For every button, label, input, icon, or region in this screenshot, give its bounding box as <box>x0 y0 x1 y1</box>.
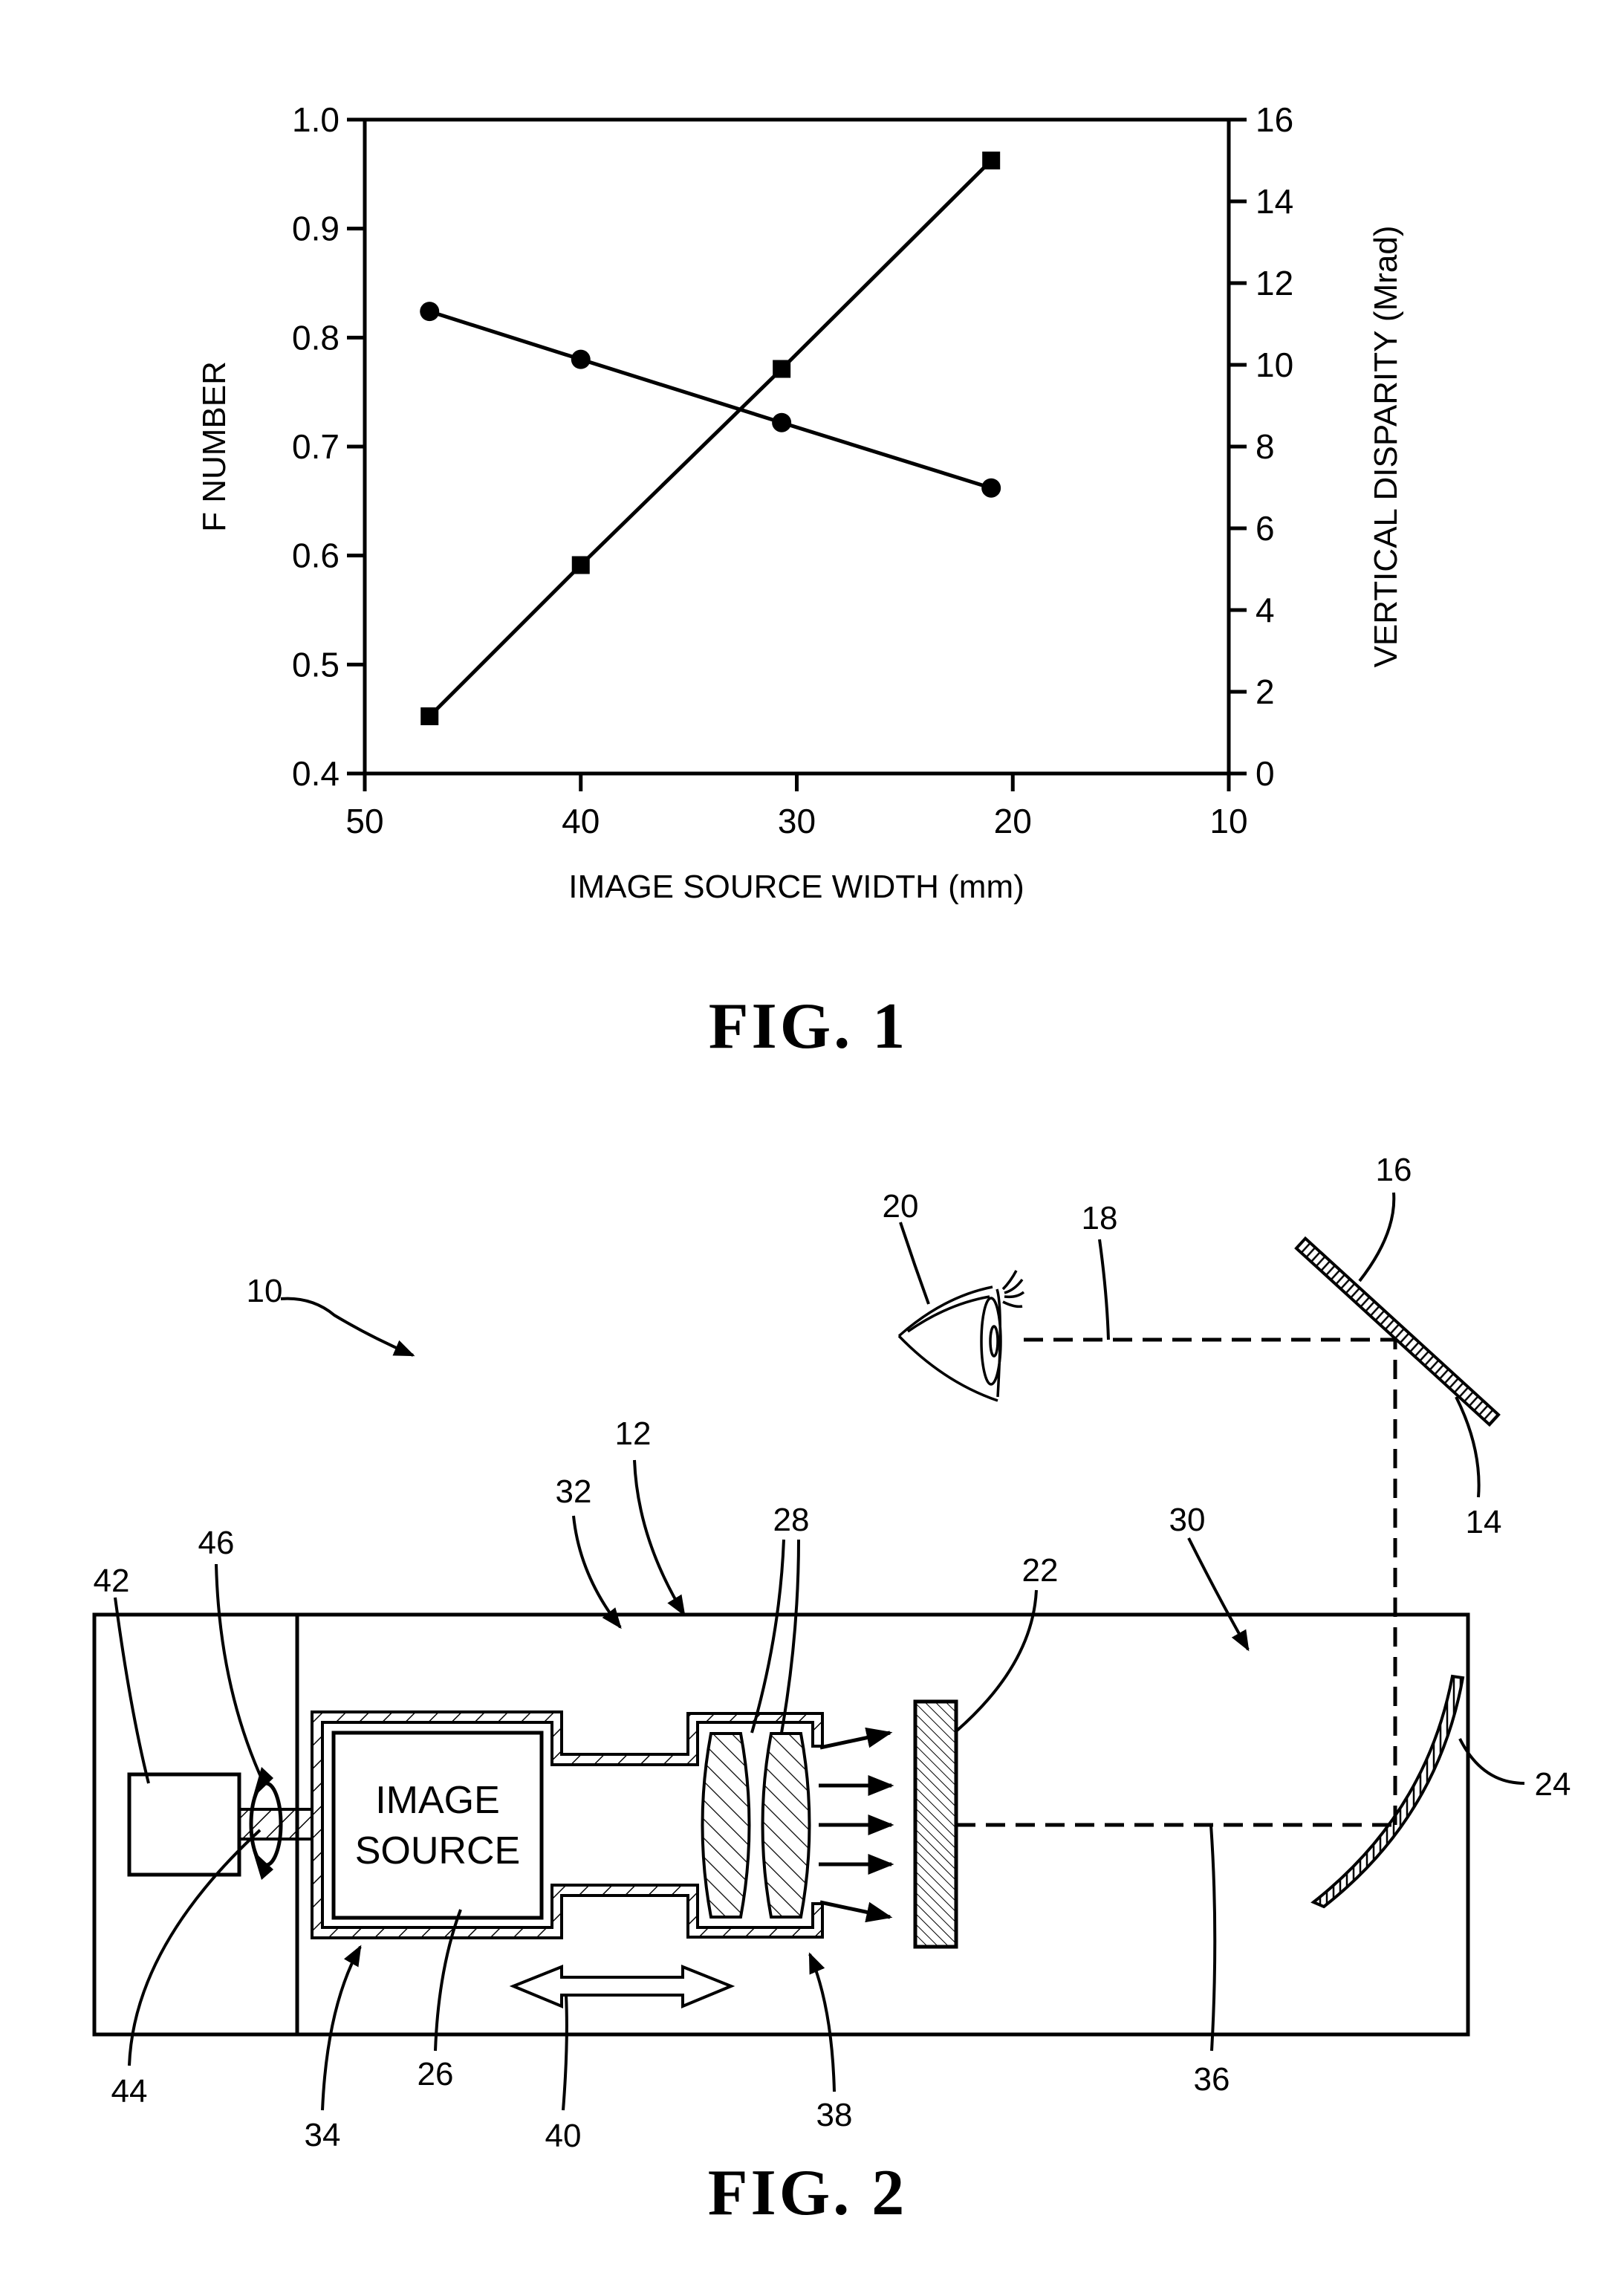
ref-18: 18 <box>1082 1200 1118 1236</box>
ref-28: 28 <box>773 1502 810 1538</box>
image-source-box <box>331 1731 544 1920</box>
lens-1 <box>701 1732 751 1919</box>
ref-30: 30 <box>1169 1502 1206 1538</box>
light-rays <box>819 1727 894 1923</box>
ref-24: 24 <box>1535 1766 1571 1803</box>
ref-26: 26 <box>418 2056 454 2092</box>
fig2-label: FIG. 2 <box>708 2157 907 2229</box>
combiner <box>1294 1236 1501 1427</box>
eye-icon <box>897 1270 1025 1402</box>
ref-38: 38 <box>816 2097 853 2133</box>
image-source-label-line1: IMAGE <box>375 1779 500 1822</box>
leader-lines <box>114 1192 1525 2111</box>
movement-arrow <box>509 1965 735 2008</box>
ref-12: 12 <box>615 1415 652 1452</box>
ref-42: 42 <box>94 1563 130 1599</box>
ref-40: 40 <box>545 2118 582 2154</box>
fig2-diagram: IMAGE SOURCE 10 12 14 16 18 20 22 24 26 … <box>92 1152 1571 2229</box>
ref-10: 10 <box>247 1273 283 1309</box>
ref-44: 44 <box>111 2073 148 2109</box>
lens-2 <box>761 1732 811 1919</box>
ref-20: 20 <box>883 1188 919 1225</box>
ref-14: 14 <box>1466 1504 1502 1540</box>
ref-36: 36 <box>1194 2061 1230 2098</box>
ref-16: 16 <box>1376 1152 1412 1188</box>
ref-46: 46 <box>198 1525 235 1561</box>
mirror <box>1310 1674 1465 1909</box>
image-source-label-line2: SOURCE <box>355 1829 520 1872</box>
ref-22: 22 <box>1022 1552 1059 1589</box>
ref-34: 34 <box>305 2117 341 2153</box>
actuator-box <box>127 1772 241 1877</box>
ref-32: 32 <box>556 1473 592 1510</box>
screen <box>913 1699 958 1949</box>
